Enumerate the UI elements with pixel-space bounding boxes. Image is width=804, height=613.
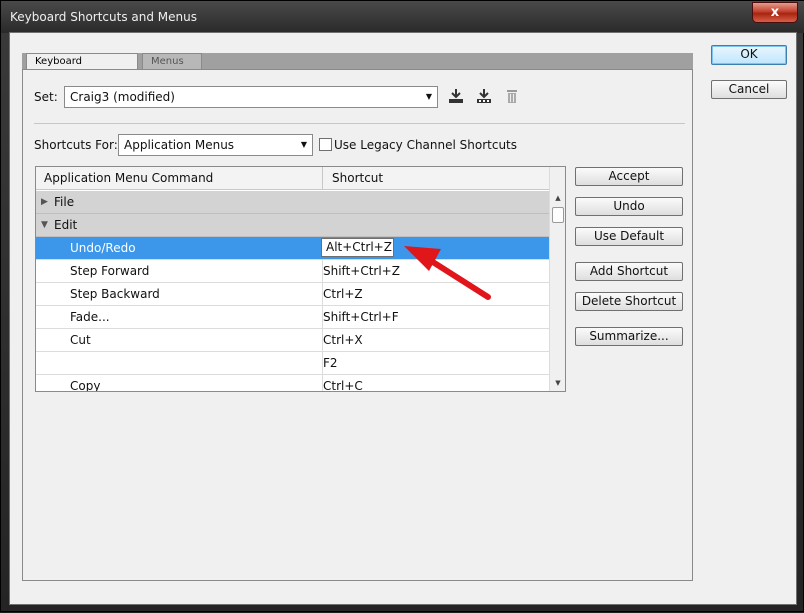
annotation-arrow-icon xyxy=(404,246,491,300)
dialog-window: Keyboard Shortcuts and Menus x Keyboard … xyxy=(0,0,804,612)
